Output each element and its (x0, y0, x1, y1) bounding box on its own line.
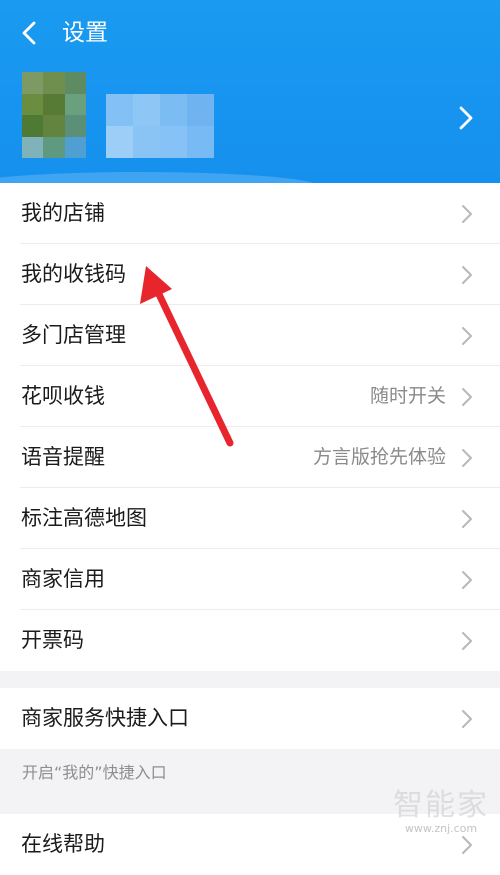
menu-item-label: 多门店管理 (21, 323, 126, 347)
menu-item-label: 商家信用 (21, 567, 105, 591)
watermark-text: 智能家 (393, 788, 489, 823)
menu-group-shortcuts: 商家服务快捷入口 (0, 688, 500, 749)
menu-item-amap-marking[interactable]: 标注高德地图 (0, 488, 500, 549)
chevron-left-icon (22, 21, 36, 45)
menu-item-invoice-code[interactable]: 开票码 (0, 610, 500, 671)
menu-item-multi-store-management[interactable]: 多门店管理 (0, 305, 500, 366)
page-title: 设置 (62, 20, 108, 46)
menu-item-label: 开票码 (21, 628, 84, 652)
menu-item-label: 我的收钱码 (21, 262, 126, 286)
menu-item-huabei-payment[interactable]: 花呗收钱 随时开关 (0, 366, 500, 427)
menu-item-label: 在线帮助 (21, 832, 105, 856)
watermark: 智能家 www.znj.com (382, 790, 500, 840)
menu-item-value: 方言版抢先体验 (312, 446, 446, 468)
header: 设置 (0, 0, 500, 183)
chevron-right-icon (460, 708, 474, 730)
watermark-url: www.znj.com (404, 822, 478, 835)
menu-item-my-store[interactable]: 我的店铺 (0, 183, 500, 244)
back-button[interactable] (14, 16, 48, 50)
account-name-blurred[interactable] (106, 94, 214, 158)
chevron-right-icon (460, 386, 474, 408)
menu-item-value: 随时开关 (369, 385, 446, 407)
menu-item-merchant-service-shortcut[interactable]: 商家服务快捷入口 (0, 688, 500, 749)
menu-item-voice-reminder[interactable]: 语音提醒 方言版抢先体验 (0, 427, 500, 488)
menu-item-my-payment-code[interactable]: 我的收钱码 (0, 244, 500, 305)
menu-item-label: 语音提醒 (21, 445, 105, 469)
menu-item-label: 我的店铺 (21, 201, 105, 225)
chevron-right-icon (460, 264, 474, 286)
profile-chevron-button[interactable] (452, 100, 480, 136)
chevron-right-icon (460, 630, 474, 652)
chevron-right-icon (460, 325, 474, 347)
chevron-right-icon (459, 106, 473, 130)
menu-item-label: 标注高德地图 (21, 506, 147, 530)
menu-item-merchant-credit[interactable]: 商家信用 (0, 549, 500, 610)
menu-group-settings: 我的店铺 我的收钱码 多门店管理 花呗收钱 随时开关 语音提醒 方言版抢先体验 … (0, 183, 500, 671)
menu-item-label: 花呗收钱 (21, 384, 105, 408)
chevron-right-icon (460, 203, 474, 225)
menu-item-label: 商家服务快捷入口 (21, 706, 189, 730)
chevron-right-icon (460, 569, 474, 591)
shortcut-hint-text: 开启“我的”快捷入口 (22, 763, 167, 782)
avatar[interactable] (22, 72, 86, 158)
chevron-right-icon (460, 508, 474, 530)
chevron-right-icon (460, 447, 474, 469)
